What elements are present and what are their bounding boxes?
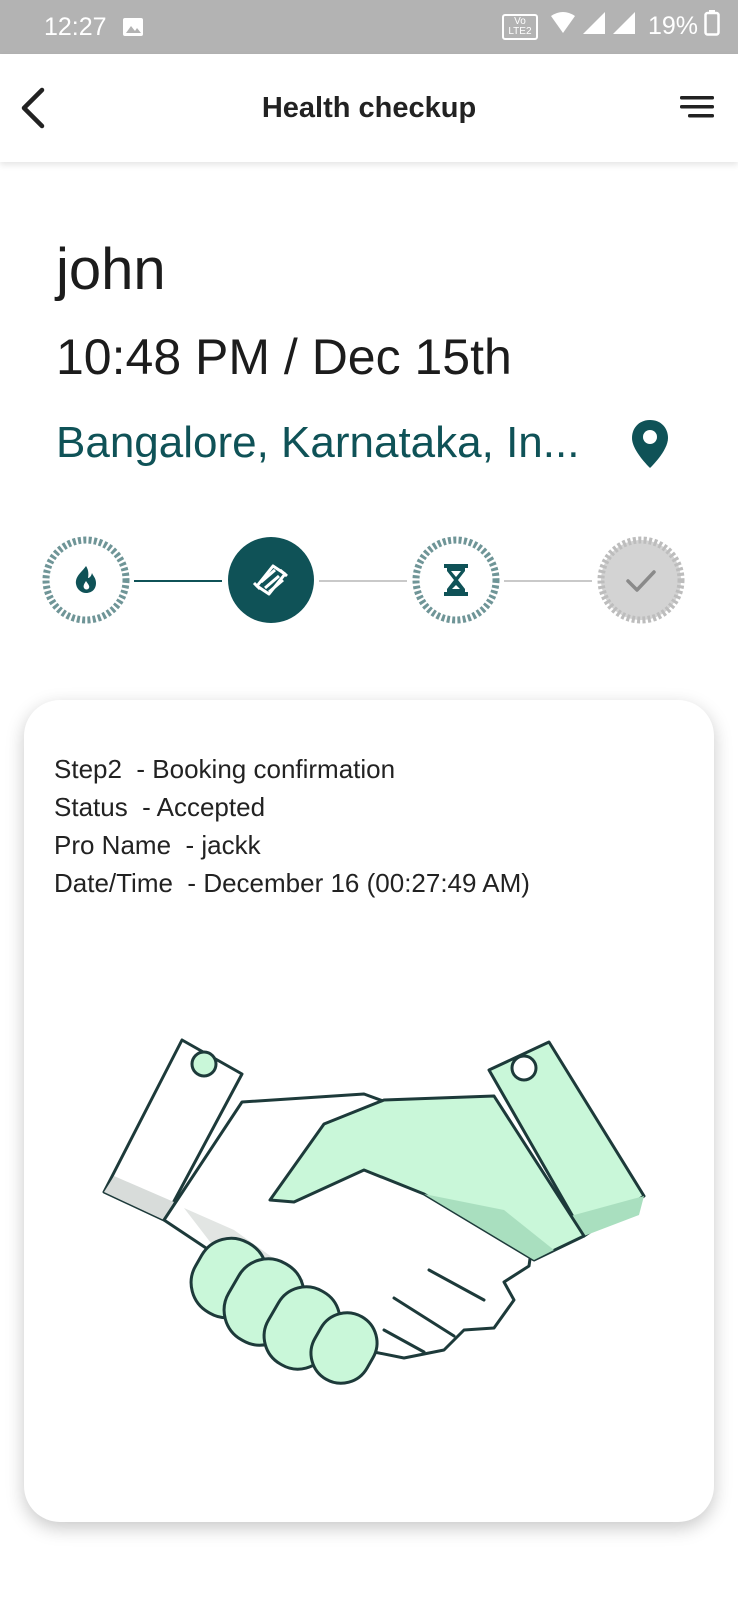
datetime-label: Date/Time [54, 868, 173, 898]
step-4-inactive[interactable] [597, 536, 685, 624]
step-2-active[interactable] [227, 536, 315, 624]
stepper-connector-2 [319, 580, 407, 582]
booking-location[interactable]: Bangalore, Karnataka, In... [56, 418, 586, 468]
step-row: Step2 - Booking confirmation [54, 754, 396, 784]
stepper-connector-3 [504, 580, 592, 582]
signal-1-icon [582, 11, 606, 42]
handshake-illustration [84, 1030, 654, 1415]
booking-datetime: 10:48 PM / Dec 15th [56, 329, 512, 385]
status-row: Status - Accepted [54, 792, 266, 822]
customer-name: john [56, 237, 166, 302]
status-value: Accepted [156, 792, 266, 822]
wifi-icon [550, 12, 576, 41]
pro-name-row: Pro Name - jackk [54, 830, 261, 860]
step-label: Step2 [54, 754, 122, 784]
battery-percent: 19% [647, 12, 698, 40]
flame-icon [42, 536, 130, 624]
menu-button[interactable] [678, 92, 716, 122]
pro-name-value: jackk [201, 830, 261, 860]
app-bar: Health checkup [0, 54, 738, 162]
volte-icon: Vo LTE2 [501, 13, 538, 40]
handshake-icon [228, 537, 314, 623]
booking-info: Step2 - Booking confirmation Status - Ac… [54, 750, 530, 902]
status-time: 12:27 [44, 13, 107, 41]
step-3-pending[interactable] [412, 536, 500, 624]
status-right-group: Vo LTE2 19% [501, 10, 720, 43]
hourglass-icon [412, 536, 500, 624]
datetime-value: December 16 (00:27:49 AM) [203, 868, 530, 898]
booking-details-card: Step2 - Booking confirmation Status - Ac… [24, 700, 714, 1522]
step-1-done[interactable] [42, 536, 130, 624]
gallery-notification-icon [122, 15, 144, 44]
battery-icon [704, 10, 720, 43]
signal-2-icon [612, 11, 636, 42]
check-icon [597, 536, 685, 624]
location-pin-icon[interactable] [630, 418, 670, 475]
hamburger-menu-icon [680, 96, 714, 118]
pro-name-label: Pro Name [54, 830, 172, 860]
status-bar: 12:27 Vo LTE2 19% [0, 0, 738, 54]
progress-stepper [0, 530, 738, 630]
page-title: Health checkup [261, 92, 477, 124]
datetime-row: Date/Time - December 16 (00:27:49 AM) [54, 868, 530, 898]
stepper-connector-1 [134, 580, 222, 582]
step-value: Booking confirmation [152, 754, 396, 784]
status-label: Status [54, 792, 128, 822]
